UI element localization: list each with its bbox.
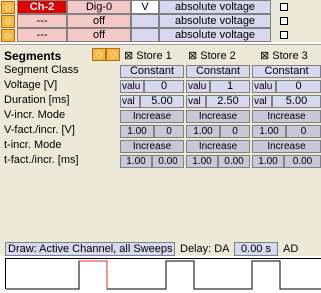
voltage-value[interactable]: 1 xyxy=(210,80,250,93)
ad-label: AD xyxy=(283,243,299,255)
v-fact-label: V-fact./incr. [V] xyxy=(4,124,75,136)
segments-title: Segments xyxy=(4,49,62,63)
store-2-header[interactable]: ⊠ Store 2 xyxy=(188,49,236,62)
voltage-prefix: valu xyxy=(120,80,144,93)
t-incr-mode-label: t-incr. Mode xyxy=(4,139,62,151)
channel-mode[interactable]: absolute voltage xyxy=(159,0,271,14)
active-sweep-trace xyxy=(79,260,108,289)
channel-row[interactable]: ◇ Ch-2 Dig-0 V absolute voltage xyxy=(0,0,321,14)
duration-prefix: val xyxy=(120,95,140,108)
channel-unit[interactable] xyxy=(131,14,159,28)
voltage-prefix: valu xyxy=(252,80,276,93)
v-incr-value[interactable]: 0 xyxy=(220,125,250,138)
v-incr-mode-select[interactable]: Increase xyxy=(252,110,321,123)
v-fact-value[interactable]: 1.00 xyxy=(252,125,286,138)
store-checkbox-icon: ⊠ xyxy=(188,50,198,62)
t-incr-value[interactable]: 0.00 xyxy=(218,155,250,168)
v-incr-value[interactable]: 0 xyxy=(286,125,321,138)
duration-value[interactable]: 5.00 xyxy=(272,95,321,108)
voltage-value[interactable]: 0 xyxy=(276,80,321,93)
channel-name[interactable]: --- xyxy=(17,14,67,28)
store-label: Store 3 xyxy=(272,50,308,62)
v-incr-mode-select[interactable]: Increase xyxy=(120,110,184,123)
t-fact-value[interactable]: 1.00 xyxy=(120,155,152,168)
channel-dig[interactable]: off xyxy=(67,14,131,28)
v-incr-value[interactable]: 0 xyxy=(154,125,184,138)
draw-mode-select[interactable]: Draw: Active Channel, all Sweeps xyxy=(5,242,175,256)
next-segment-icon[interactable]: ◇ xyxy=(106,48,120,61)
store-3-header[interactable]: ⊠ Store 3 xyxy=(260,49,308,62)
channel-checkbox[interactable] xyxy=(280,17,288,25)
delay-label: Delay: DA xyxy=(180,243,230,255)
voltage-value[interactable]: 0 xyxy=(144,80,184,93)
channel-checkbox[interactable] xyxy=(280,3,288,11)
segment-class-label: Segment Class xyxy=(4,64,79,76)
channel-row[interactable]: ◇ --- off absolute voltage xyxy=(0,28,321,42)
store-1-header[interactable]: ⊠ Store 1 xyxy=(124,49,172,62)
t-incr-value[interactable]: 0.00 xyxy=(152,155,184,168)
waveform-display[interactable] xyxy=(5,258,321,290)
channel-name[interactable]: Ch-2 xyxy=(17,0,67,14)
t-incr-value[interactable]: 0.00 xyxy=(284,155,321,168)
waveform-svg xyxy=(6,260,321,290)
segment-class-select[interactable]: Constant xyxy=(186,65,250,78)
channel-mode[interactable]: absolute voltage xyxy=(159,28,271,42)
channel-toggle-icon[interactable]: ◇ xyxy=(1,1,15,14)
channel-checkbox[interactable] xyxy=(280,31,288,39)
channel-dig[interactable]: Dig-0 xyxy=(67,0,131,14)
channel-name[interactable]: --- xyxy=(17,28,67,42)
delay-value[interactable]: 0.00 s xyxy=(234,242,278,256)
voltage-label: Voltage [V] xyxy=(4,79,58,91)
store-label: Store 1 xyxy=(136,50,172,62)
v-fact-value[interactable]: 1.00 xyxy=(120,125,154,138)
t-fact-value[interactable]: 1.00 xyxy=(252,155,284,168)
t-fact-value[interactable]: 1.00 xyxy=(186,155,218,168)
duration-value[interactable]: 5.00 xyxy=(140,95,184,108)
t-incr-mode-select[interactable]: Increase xyxy=(120,140,184,153)
t-incr-mode-select[interactable]: Increase xyxy=(186,140,250,153)
store-checkbox-icon: ⊠ xyxy=(124,50,134,62)
v-fact-value[interactable]: 1.00 xyxy=(186,125,220,138)
channel-unit[interactable] xyxy=(131,28,159,42)
voltage-prefix: valu xyxy=(186,80,210,93)
channel-mode[interactable]: absolute voltage xyxy=(159,14,271,28)
store-checkbox-icon: ⊠ xyxy=(260,50,270,62)
channel-row[interactable]: ◇ --- off absolute voltage xyxy=(0,14,321,28)
channel-dig[interactable]: off xyxy=(67,28,131,42)
v-incr-mode-select[interactable]: Increase xyxy=(186,110,250,123)
duration-value[interactable]: 2.50 xyxy=(206,95,250,108)
segment-class-select[interactable]: Constant xyxy=(120,65,184,78)
t-fact-label: t-fact./incr. [ms] xyxy=(4,154,79,166)
duration-prefix: val xyxy=(186,95,206,108)
segment-class-select[interactable]: Constant xyxy=(252,65,321,78)
duration-prefix: val xyxy=(252,95,272,108)
v-incr-mode-label: V-incr. Mode xyxy=(4,109,66,121)
channel-toggle-icon[interactable]: ◇ xyxy=(1,29,15,42)
prev-segment-icon[interactable]: ◇ xyxy=(92,48,106,61)
t-incr-mode-select[interactable]: Increase xyxy=(252,140,321,153)
duration-label: Duration [ms] xyxy=(4,94,70,106)
sweep-trace xyxy=(6,260,321,290)
channel-unit[interactable]: V xyxy=(131,0,159,14)
store-label: Store 2 xyxy=(200,50,236,62)
channel-toggle-icon[interactable]: ◇ xyxy=(1,15,15,28)
